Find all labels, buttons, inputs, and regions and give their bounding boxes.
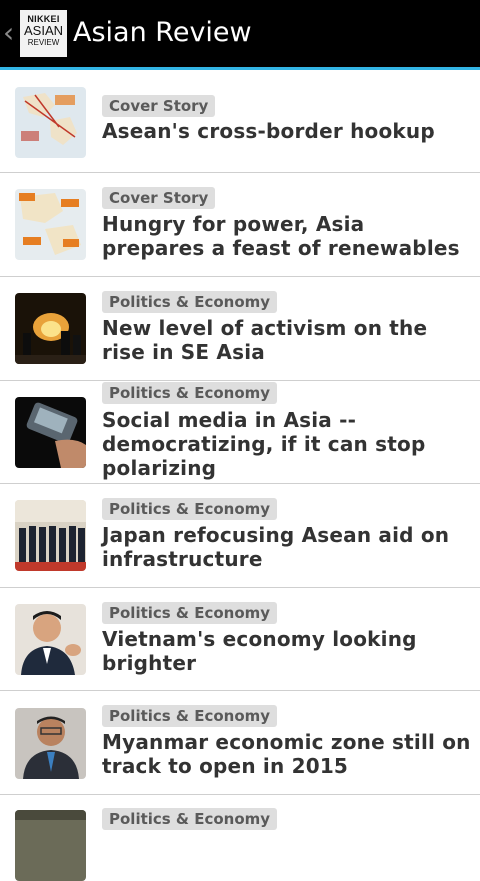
portrait-photo-icon — [15, 708, 86, 779]
back-chevron-icon[interactable]: ‹ — [3, 18, 17, 48]
app-logo[interactable]: NIKKEI ASIAN REVIEW — [20, 10, 67, 57]
logo-text-review: REVIEW — [27, 38, 60, 47]
article-item[interactable]: Cover Story Hungry for power, Asia prepa… — [0, 173, 480, 277]
category-badge: Cover Story — [102, 187, 216, 209]
article-list: Cover Story Asean's cross-border hookup … — [0, 70, 480, 881]
action-bar: ‹ NIKKEI ASIAN REVIEW Asian Review — [0, 0, 480, 70]
category-badge: Politics & Economy — [102, 291, 278, 313]
category-badge: Cover Story — [102, 95, 216, 117]
article-title: New level of activism on the rise in SE … — [102, 316, 428, 364]
article-title: Vietnam's economy looking brighter — [102, 627, 417, 675]
article-item[interactable]: Politics & Economy Vietnam's economy loo… — [0, 588, 480, 691]
app-title: Asian Review — [73, 17, 252, 48]
article-item[interactable]: Politics & Economy Japan refocusing Asea… — [0, 484, 480, 588]
map-thumbnail-icon — [15, 189, 86, 260]
article-title: Asean's cross-border hookup — [102, 119, 435, 143]
article-title: Social media in Asia -- democratizing, i… — [102, 408, 426, 480]
article-item[interactable]: Cover Story Asean's cross-border hookup — [0, 70, 480, 173]
category-badge: Politics & Economy — [102, 602, 278, 624]
article-item[interactable]: Politics & Economy Social media in Asia … — [0, 381, 480, 484]
leaders-group-photo-icon — [15, 500, 86, 571]
protest-photo-icon — [15, 293, 86, 364]
portrait-photo-icon — [15, 604, 86, 675]
logo-text-asian: ASIAN — [23, 23, 63, 38]
map-thumbnail-icon — [15, 87, 86, 158]
category-badge: Politics & Economy — [102, 808, 278, 830]
category-badge: Politics & Economy — [102, 382, 278, 404]
article-item[interactable]: Politics & Economy New level of activism… — [0, 277, 480, 381]
photo-icon — [15, 810, 86, 881]
phone-photo-icon — [15, 397, 86, 468]
article-item[interactable]: Politics & Economy — [0, 795, 480, 881]
article-title: Hungry for power, Asia prepares a feast … — [102, 212, 460, 260]
category-badge: Politics & Economy — [102, 498, 278, 520]
article-item[interactable]: Politics & Economy Myanmar economic zone… — [0, 691, 480, 795]
category-badge: Politics & Economy — [102, 705, 278, 727]
article-title: Myanmar economic zone still on track to … — [102, 730, 471, 778]
logo-text-nikkei: NIKKEI — [27, 14, 60, 24]
article-title: Japan refocusing Asean aid on infrastruc… — [102, 523, 450, 571]
